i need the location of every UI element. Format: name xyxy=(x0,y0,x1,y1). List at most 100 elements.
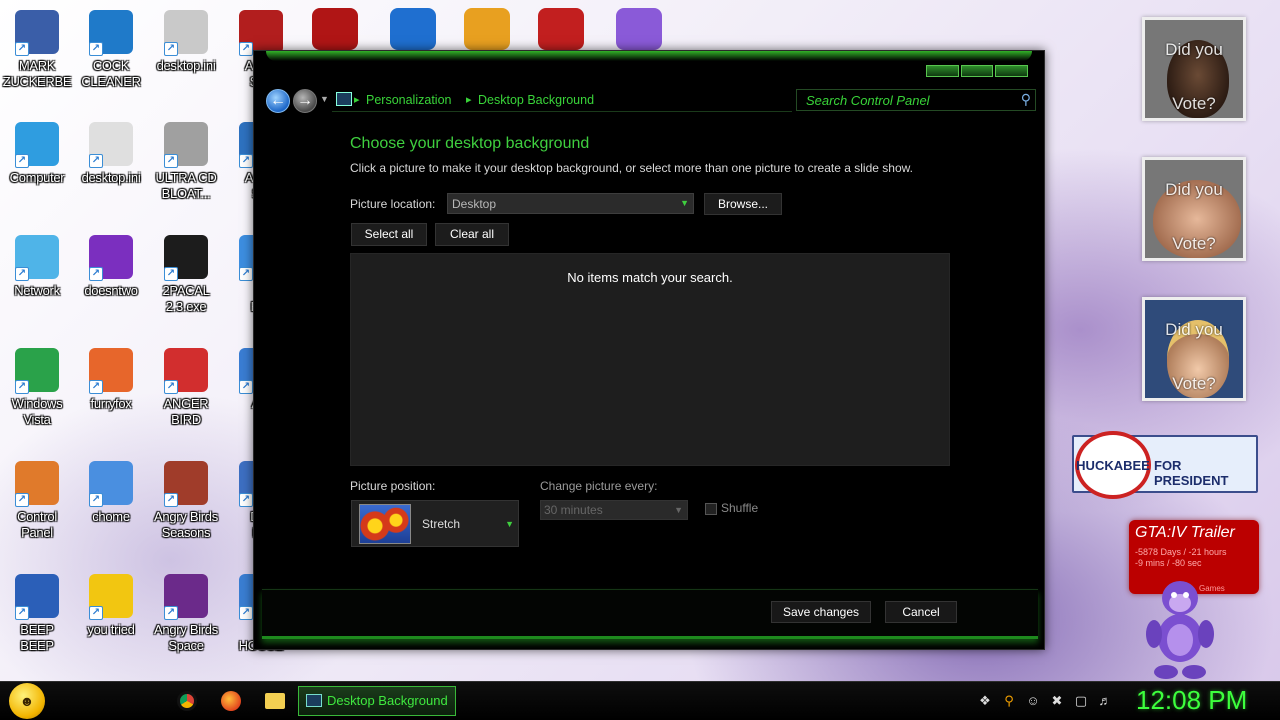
control-panel-icon xyxy=(306,694,322,707)
bonzi-icon[interactable] xyxy=(616,8,662,50)
shuffle-checkbox[interactable] xyxy=(705,503,717,515)
ccleaner-icon: ↗ xyxy=(89,10,133,56)
select-all-button[interactable]: Select all xyxy=(351,223,427,246)
shuffle-label: Shuffle xyxy=(721,501,759,515)
desktop-icon[interactable]: ↗ BEEP BEEP xyxy=(0,574,74,654)
desktop-icon[interactable]: ↗ 2PACAL 2.3.exe xyxy=(149,235,223,315)
taskbar: ☻ Desktop Background ❖ ⚲ ☺ ✖ ▢ ♬ 12:08 P… xyxy=(0,681,1280,720)
bonzi-buddy-icon[interactable] xyxy=(1140,576,1220,682)
desktop-icon[interactable]: ↗ Windows Vista xyxy=(0,348,74,428)
desktop-icon-label: 2PACAL 2.3.exe xyxy=(162,283,210,314)
network-icon: ↗ xyxy=(15,235,59,281)
recent-pages-dropdown-icon[interactable]: ▼ xyxy=(320,94,329,104)
address-bar: ← → ▼ ▸ Personalization ▸ Desktop Backgr… xyxy=(264,88,1036,114)
angry-birds-star-wars-icon: ↗ xyxy=(239,10,283,56)
desktop-icon[interactable]: ↗ you tried xyxy=(74,574,148,638)
minimize-button[interactable] xyxy=(926,65,959,77)
shield-tray-icon[interactable]: ✖ xyxy=(1049,693,1065,709)
messenger-tray-icon[interactable]: ☺ xyxy=(1025,693,1041,709)
save-changes-button[interactable]: Save changes xyxy=(771,601,871,623)
browse-button[interactable]: Browse... xyxy=(704,193,782,215)
shortcut-arrow-icon: ↗ xyxy=(239,493,253,507)
desktop-icon[interactable]: ↗ desktop.ini xyxy=(149,10,223,74)
picture-position-value: Stretch xyxy=(422,517,461,531)
cd-icon: ↗ xyxy=(164,122,208,168)
shortcut-arrow-icon: ↗ xyxy=(164,493,178,507)
desktop-icon[interactable]: ↗ MARK ZUCKERBE xyxy=(0,10,74,90)
cancel-button[interactable]: Cancel xyxy=(885,601,957,623)
main-content: Choose your desktop background Click a p… xyxy=(350,135,950,547)
desktop-icon[interactable]: ↗ desktop.ini xyxy=(74,122,148,186)
breadcrumb-personalization[interactable]: Personalization xyxy=(366,93,451,107)
desktop-icon-label: furryfox xyxy=(90,396,132,411)
firefox-taskbar-icon[interactable] xyxy=(221,691,241,711)
picture-gallery[interactable]: No items match your search. xyxy=(350,253,950,466)
desktop-icon-label: Control Panel xyxy=(17,509,57,540)
taskbar-active-window[interactable]: Desktop Background xyxy=(298,686,456,716)
chevron-down-icon: ▼ xyxy=(505,519,514,529)
shortcut-arrow-icon: ↗ xyxy=(89,606,103,620)
maximize-button[interactable] xyxy=(960,65,994,77)
angry-birds-space-icon: ↗ xyxy=(164,574,208,620)
desktop-icon[interactable]: ↗ Network xyxy=(0,235,74,299)
search-icon[interactable]: ⚲ xyxy=(1021,91,1031,108)
volume-icon[interactable]: ♬ xyxy=(1097,693,1113,709)
vote-gadget-2[interactable]: Did you Vote? xyxy=(1142,157,1246,261)
search-tray-icon[interactable]: ⚲ xyxy=(1001,693,1017,709)
shortcut-arrow-icon: ↗ xyxy=(239,380,253,394)
breadcrumb-separator-icon[interactable]: ▸ xyxy=(466,93,472,106)
chrome-icon: ↗ xyxy=(89,461,133,507)
close-button[interactable] xyxy=(995,65,1029,77)
desktop-icon[interactable]: ↗ furryfox xyxy=(74,348,148,412)
picture-location-value: Desktop xyxy=(452,197,497,211)
display-tray-icon[interactable]: ▢ xyxy=(1073,693,1089,709)
shortcut-arrow-icon: ↗ xyxy=(89,493,103,507)
desktop-icon[interactable]: ↗ ULTRA CD BLOAT... xyxy=(149,122,223,202)
breadcrumb-desktop-background[interactable]: Desktop Background xyxy=(478,93,594,107)
clear-all-button[interactable]: Clear all xyxy=(435,223,509,246)
network-tray-icon[interactable]: ❖ xyxy=(977,693,993,709)
desktop-icon-label: you tried xyxy=(87,622,135,637)
2-icon[interactable] xyxy=(390,8,436,50)
vote-gadget-1[interactable]: Did you Vote? xyxy=(1142,17,1246,121)
huckabee-gadget[interactable]: HUCKABEE FOR PRESIDENT xyxy=(1072,431,1258,499)
shortcut-arrow-icon: ↗ xyxy=(89,380,103,394)
taskbar-window-label: Desktop Background xyxy=(327,693,448,708)
desktop-icon[interactable]: ↗ Angry Birds Space xyxy=(149,574,223,654)
picture-position-select[interactable]: Stretch ▼ xyxy=(351,500,519,547)
desktop-icon-label: Windows Vista xyxy=(11,396,63,427)
desktop-icon-label: desktop.ini xyxy=(81,170,141,185)
shortcut-arrow-icon: ↗ xyxy=(15,154,29,168)
search-box: ⚲ xyxy=(796,89,1036,111)
shortcut-arrow-icon: ↗ xyxy=(89,267,103,281)
p-icon[interactable] xyxy=(464,8,510,50)
breadcrumb-separator-icon[interactable]: ▸ xyxy=(354,93,360,106)
desktop-icon[interactable]: ↗ doesntwo xyxy=(74,235,148,299)
window-controls xyxy=(926,65,1029,77)
folder-taskbar-icon[interactable] xyxy=(265,693,285,709)
dev-cpp-icon[interactable] xyxy=(538,8,584,50)
back-button[interactable]: ← xyxy=(266,89,290,113)
desktop-icon[interactable]: ↗ Control Panel xyxy=(0,461,74,541)
star-wars-icon[interactable] xyxy=(312,8,358,50)
shortcut-arrow-icon: ↗ xyxy=(89,154,103,168)
shortcut-arrow-icon: ↗ xyxy=(15,606,29,620)
vote-gadget-3[interactable]: Did you Vote? xyxy=(1142,297,1246,401)
desktop-icon[interactable]: ↗ chome xyxy=(74,461,148,525)
desktop-icon[interactable]: ↗ Angry Birds Seasons xyxy=(149,461,223,541)
control-panel-icon xyxy=(336,92,352,106)
beep-icon: ↗ xyxy=(15,574,59,620)
desktop-icon[interactable]: ↗ ANGER BIRD xyxy=(149,348,223,428)
desktop-icon-label: chome xyxy=(92,509,130,524)
change-interval-select[interactable]: 30 minutes ▼ xyxy=(540,500,688,520)
picture-location-select[interactable]: Desktop ▼ xyxy=(447,193,694,214)
clock[interactable]: 12:08 PM xyxy=(1136,685,1247,716)
desktop-icon[interactable]: ↗ Computer xyxy=(0,122,74,186)
start-button[interactable]: ☻ xyxy=(9,683,45,719)
search-input[interactable] xyxy=(797,90,997,110)
shortcut-arrow-icon: ↗ xyxy=(15,493,29,507)
desktop-icon[interactable]: ↗ COCK CLEANER xyxy=(74,10,148,90)
chevron-down-icon: ▼ xyxy=(680,198,689,208)
forward-button[interactable]: → xyxy=(293,89,317,113)
chrome-taskbar-icon[interactable] xyxy=(177,691,197,711)
